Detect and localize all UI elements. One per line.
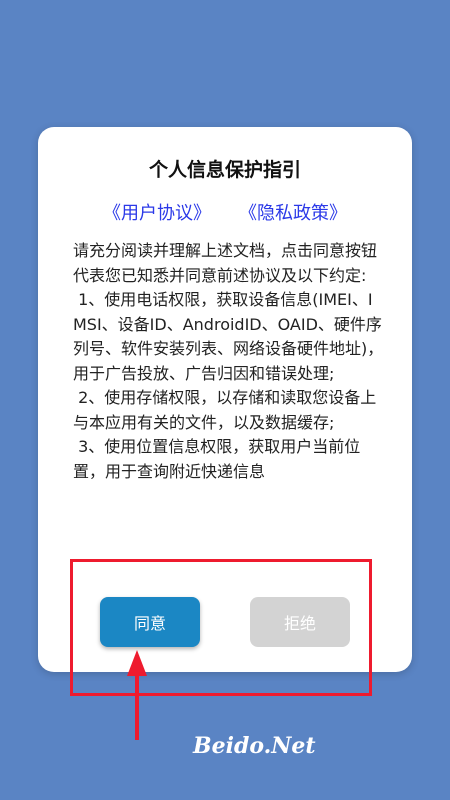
privacy-policy-link[interactable]: 《隐私政策》 bbox=[239, 199, 347, 225]
scroll-fade bbox=[38, 531, 412, 571]
agreement-links: 《用户协议》 《隐私政策》 bbox=[38, 199, 412, 225]
watermark: Beido.Net bbox=[193, 733, 316, 759]
privacy-dialog: 个人信息保护指引 《用户协议》 《隐私政策》 请充分阅读并理解上述文档，点击同意… bbox=[38, 127, 412, 672]
dialog-body-text: 请充分阅读并理解上述文档，点击同意按钮代表您已知悉并同意前述协议及以下约定: 1… bbox=[73, 241, 384, 481]
refuse-button[interactable]: 拒绝 bbox=[250, 597, 350, 647]
dialog-title: 个人信息保护指引 bbox=[148, 159, 301, 181]
user-agreement-link[interactable]: 《用户协议》 bbox=[103, 199, 211, 225]
agree-button[interactable]: 同意 bbox=[100, 597, 200, 647]
